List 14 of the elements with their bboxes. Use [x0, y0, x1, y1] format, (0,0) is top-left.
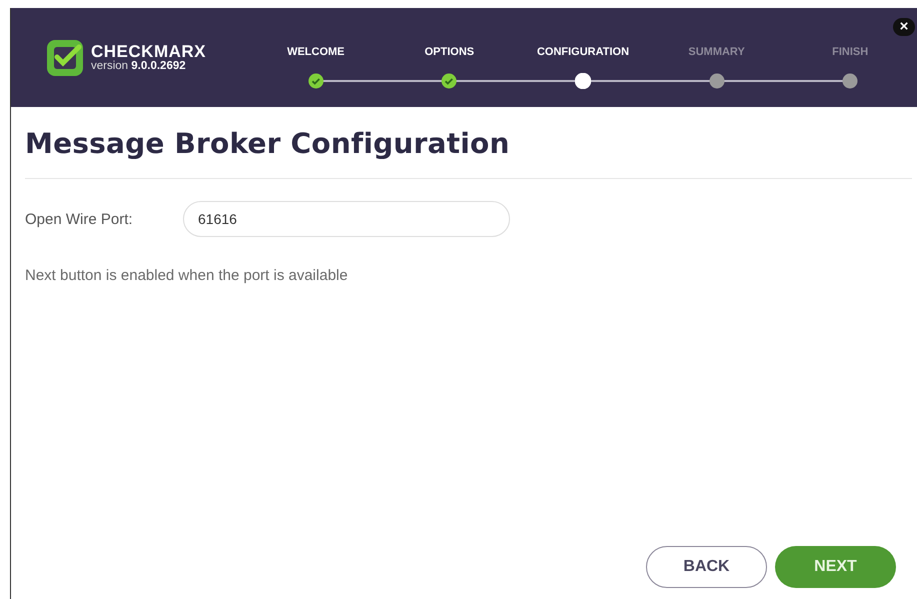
logo-icon [45, 38, 85, 78]
port-field[interactable]: 61616 [183, 201, 510, 237]
hint-text: Next button is enabled when the port is available [25, 267, 349, 284]
back-button[interactable]: BACK [646, 546, 767, 588]
close-button[interactable]: × [893, 18, 915, 36]
step-label: CONFIGURATION [536, 46, 630, 60]
brand-name: CHECKMARX [91, 42, 206, 60]
step-label: OPTIONS [424, 46, 474, 60]
step-label: FINISH [832, 46, 868, 60]
page-title: Message Broker Configuration [25, 127, 511, 160]
step-label: WELCOME [287, 46, 345, 60]
field-label: Open Wire Port: [25, 210, 134, 228]
version-text: version 9.0.0.2692 [91, 60, 187, 72]
step-label: SUMMARY [688, 46, 745, 60]
